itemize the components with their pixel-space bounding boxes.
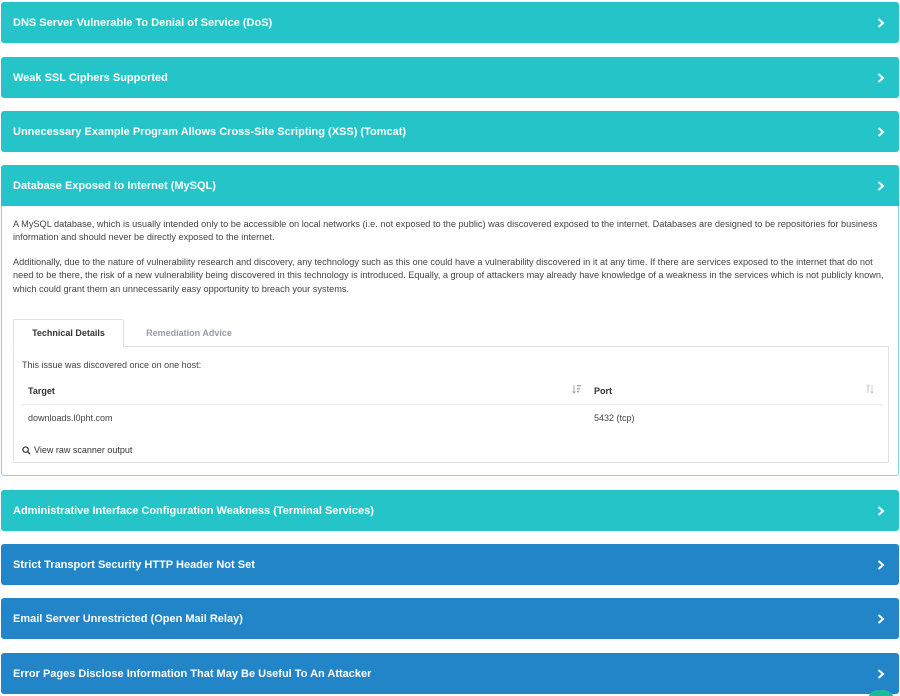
- finding-title: Email Server Unrestricted (Open Mail Rel…: [13, 612, 243, 625]
- finding-title: Unnecessary Example Program Allows Cross…: [13, 125, 407, 138]
- finding-header-hsts[interactable]: Strict Transport Security HTTP Header No…: [1, 544, 899, 585]
- chevron-right-icon: [875, 505, 887, 517]
- view-raw-output-label: View raw scanner output: [34, 445, 133, 455]
- column-header-port[interactable]: Port: [594, 386, 612, 396]
- tab-remediation-advice[interactable]: Remediation Advice: [124, 319, 254, 347]
- table-cell-port: 5432 (tcp): [594, 413, 635, 423]
- description-paragraph: A MySQL database, which is usually inten…: [13, 219, 878, 243]
- finding-title: Error Pages Disclose Information That Ma…: [13, 667, 372, 680]
- finding-detail-panel: A MySQL database, which is usually inten…: [1, 206, 899, 476]
- table-divider: [22, 404, 882, 405]
- discovery-summary: This issue was discovered once on one ho…: [22, 360, 202, 370]
- finding-title: Weak SSL Ciphers Supported: [13, 71, 168, 84]
- finding-title: Administrative Interface Configuration W…: [13, 504, 374, 517]
- sort-icon[interactable]: [865, 384, 875, 396]
- search-icon: [22, 445, 31, 455]
- finding-header-admin-interface[interactable]: Administrative Interface Configuration W…: [1, 490, 899, 531]
- finding-header-weak-ssl[interactable]: Weak SSL Ciphers Supported: [1, 57, 899, 98]
- finding-header-open-relay[interactable]: Email Server Unrestricted (Open Mail Rel…: [1, 598, 899, 639]
- tab-technical-details[interactable]: Technical Details: [13, 319, 124, 347]
- column-header-target[interactable]: Target: [28, 386, 55, 396]
- chevron-right-icon: [875, 668, 887, 680]
- technical-details-content: This issue was discovered once on one ho…: [13, 346, 889, 463]
- chevron-right-icon: [875, 613, 887, 625]
- finding-title: Strict Transport Security HTTP Header No…: [13, 558, 255, 571]
- finding-header-mysql-exposed[interactable]: Database Exposed to Internet (MySQL): [1, 165, 899, 206]
- finding-title: Database Exposed to Internet (MySQL): [13, 179, 216, 192]
- chevron-right-icon: [875, 180, 887, 192]
- view-raw-output-link[interactable]: View raw scanner output: [22, 445, 132, 455]
- sort-icon[interactable]: [572, 384, 582, 396]
- detail-tabs: Technical Details Remediation Advice: [13, 319, 889, 347]
- finding-title: DNS Server Vulnerable To Denial of Servi…: [13, 16, 273, 29]
- chevron-right-icon: [875, 72, 887, 84]
- finding-header-error-pages[interactable]: Error Pages Disclose Information That Ma…: [1, 653, 899, 694]
- finding-header-dns-dos[interactable]: DNS Server Vulnerable To Denial of Servi…: [1, 2, 899, 43]
- finding-header-xss-tomcat[interactable]: Unnecessary Example Program Allows Cross…: [1, 111, 899, 152]
- table-cell-target: downloads.l0pht.com: [28, 413, 113, 423]
- description-paragraph: Additionally, due to the nature of vulne…: [13, 257, 884, 294]
- chevron-right-icon: [875, 559, 887, 571]
- chevron-right-icon: [875, 17, 887, 29]
- chevron-right-icon: [875, 126, 887, 138]
